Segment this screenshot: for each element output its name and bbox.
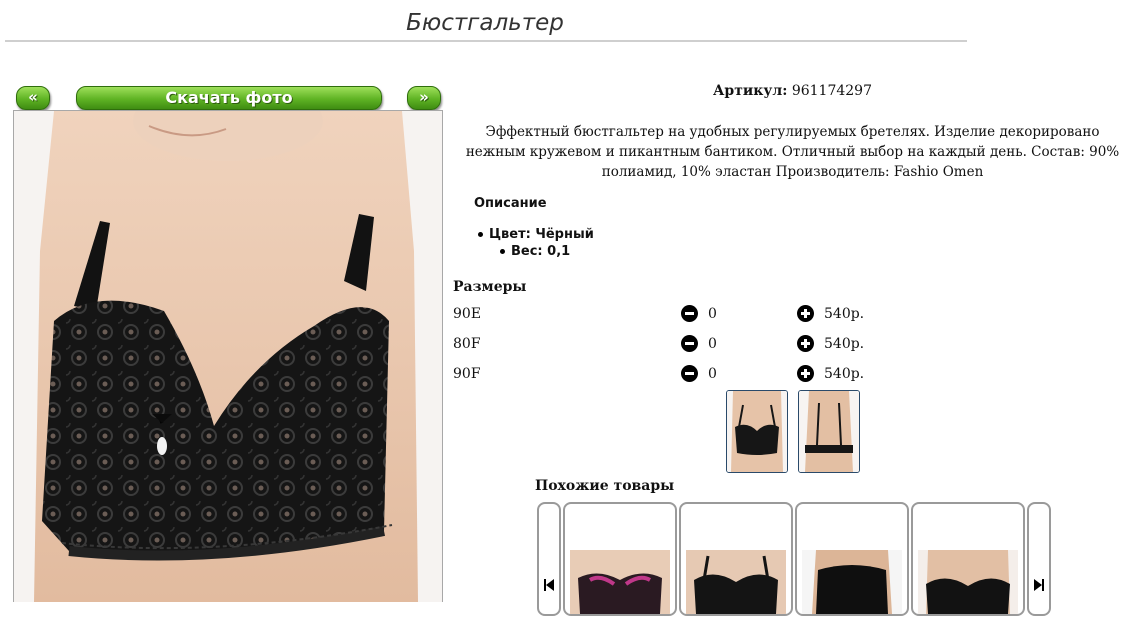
- similar-product-card[interactable]: [679, 502, 793, 616]
- size-qty: 0: [708, 336, 717, 352]
- size-row: 90F 0 540р.: [453, 364, 883, 384]
- similar-product-card[interactable]: [563, 502, 677, 616]
- page-title: Бюстгальтер: [406, 10, 564, 36]
- skip-back-icon: [544, 579, 554, 591]
- size-row: 80F 0 540р.: [453, 334, 883, 354]
- similar-product-image: [918, 550, 1018, 614]
- skip-forward-icon: [1034, 579, 1044, 591]
- specs-heading: Описание: [474, 196, 547, 211]
- article-label: Артикул:: [713, 83, 788, 99]
- sizes-heading: Размеры: [453, 279, 527, 295]
- similar-products-heading: Похожие товары: [535, 478, 675, 494]
- minus-circle-icon[interactable]: [681, 365, 698, 382]
- similar-product-card[interactable]: [911, 502, 1025, 616]
- size-price: 540р.: [824, 336, 865, 352]
- product-description: Эффектный бюстгальтер на удобных регулир…: [465, 124, 1120, 180]
- next-photo-button[interactable]: »: [407, 86, 441, 110]
- size-row: 90E 0 540р.: [453, 304, 883, 324]
- download-photo-button[interactable]: Скачать фото: [76, 86, 382, 110]
- spec-color: Цвет: Чёрный: [478, 227, 594, 242]
- similar-product-image: [802, 550, 902, 614]
- plus-circle-icon[interactable]: [797, 335, 814, 352]
- bra-front-image: [14, 111, 442, 602]
- article-line: Артикул: 961174297: [455, 83, 1130, 99]
- plus-circle-icon[interactable]: [797, 305, 814, 322]
- carousel-prev-button[interactable]: [537, 502, 561, 616]
- spec-weight: Вес: 0,1: [500, 244, 570, 259]
- article-value: 961174297: [791, 83, 872, 99]
- size-qty: 0: [708, 306, 717, 322]
- prev-photo-button[interactable]: «: [16, 86, 50, 110]
- similar-product-image: [570, 550, 670, 614]
- size-price: 540р.: [824, 366, 865, 382]
- minus-circle-icon[interactable]: [681, 305, 698, 322]
- carousel-next-button[interactable]: [1027, 502, 1051, 616]
- plus-circle-icon[interactable]: [797, 365, 814, 382]
- similar-product-image: [686, 550, 786, 614]
- title-divider: [5, 40, 967, 42]
- size-label: 80F: [453, 336, 481, 352]
- thumbnail-front[interactable]: [726, 390, 788, 473]
- size-label: 90E: [453, 306, 482, 322]
- product-photo[interactable]: [13, 110, 443, 602]
- similar-product-card[interactable]: [795, 502, 909, 616]
- size-label: 90F: [453, 366, 481, 382]
- thumbnail-back[interactable]: [798, 390, 860, 473]
- size-price: 540р.: [824, 306, 865, 322]
- minus-circle-icon[interactable]: [681, 335, 698, 352]
- size-qty: 0: [708, 366, 717, 382]
